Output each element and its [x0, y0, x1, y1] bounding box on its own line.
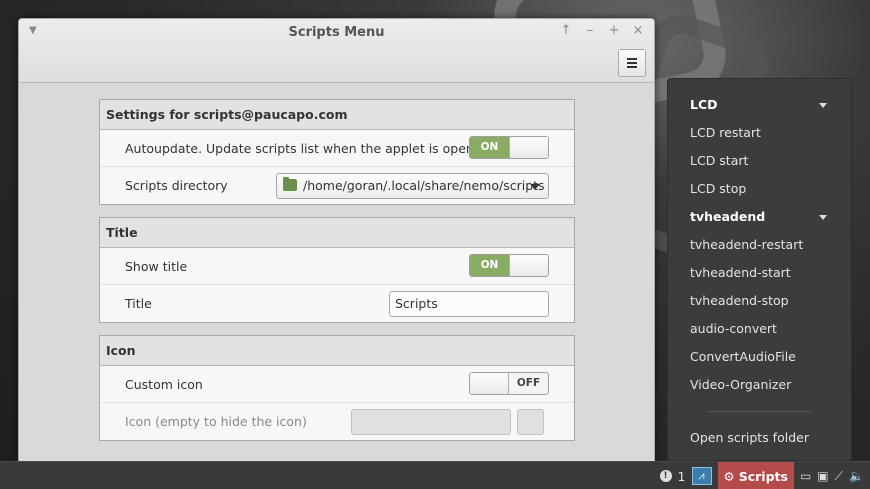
window-controls: ↑ – + × [560, 23, 644, 38]
scripts-gear-icon: ⚙ [723, 468, 735, 484]
submenu-header-lcd[interactable]: LCD [668, 91, 851, 119]
chevron-down-icon [819, 215, 827, 220]
display-icon[interactable]: ▭ [800, 469, 811, 483]
custom-icon-switch[interactable]: OFF [469, 372, 549, 395]
scripts-applet-label: Scripts [738, 468, 788, 484]
chevron-down-icon [530, 184, 540, 190]
scripts-directory-value: /home/goran/.local/share/nemo/scripts [303, 178, 545, 193]
icon-input [351, 409, 511, 435]
title-section: Title Show title ON Title Scripts [99, 217, 575, 323]
menu-separator [708, 411, 811, 412]
scripts-directory-row: Scripts directory /home/goran/.local/sha… [100, 167, 574, 204]
menu-item[interactable]: LCD restart [668, 119, 851, 147]
switch-knob [508, 255, 548, 276]
open-scripts-folder-item[interactable]: Open scripts folder [668, 424, 851, 452]
clipboard-icon[interactable]: ▣ [817, 469, 828, 483]
menu-item[interactable]: tvheadend-stop [668, 287, 851, 315]
custom-icon-label: Custom icon [125, 377, 203, 392]
title-label: Title [125, 296, 152, 311]
notification-count[interactable]: 1 [678, 469, 686, 484]
menu-item[interactable]: tvheadend-start [668, 259, 851, 287]
section-heading: Icon [100, 336, 574, 366]
menu-item[interactable]: tvheadend-restart [668, 231, 851, 259]
menu-item[interactable]: LCD start [668, 147, 851, 175]
menu-item[interactable]: LCD stop [668, 175, 851, 203]
window-title: Scripts Menu [288, 25, 385, 40]
close-icon[interactable]: × [632, 23, 644, 38]
scripts-directory-chooser[interactable]: /home/goran/.local/share/nemo/scripts [276, 173, 549, 199]
menu-item[interactable]: ConvertAudioFile [668, 343, 851, 371]
settings-section: Settings for scripts@paucapo.com Autoupd… [99, 99, 575, 205]
hamburger-icon [627, 58, 637, 60]
menu-item[interactable]: Video-Organizer [668, 371, 851, 399]
section-heading: Settings for scripts@paucapo.com [100, 100, 574, 130]
folder-icon [283, 177, 297, 191]
menu-item[interactable]: audio-convert [668, 315, 851, 343]
switch-state: OFF [516, 377, 541, 389]
switch-state: ON [470, 137, 509, 158]
section-heading: Title [100, 218, 574, 248]
switch-state: ON [470, 255, 509, 276]
system-monitor-icon[interactable]: ⩘ [691, 467, 712, 485]
maximize-icon[interactable]: + [608, 23, 620, 38]
icon-field-row: Icon (empty to hide the icon) [100, 403, 574, 440]
submenu-header-tvheadend[interactable]: tvheadend [668, 203, 851, 231]
autoupdate-switch[interactable]: ON [469, 136, 549, 159]
icon-field-label: Icon (empty to hide the icon) [125, 414, 307, 429]
volume-icon[interactable]: 🔈 [849, 469, 864, 483]
move-up-icon[interactable]: ↑ [560, 23, 572, 38]
title-input[interactable]: Scripts [389, 291, 549, 317]
autoupdate-label: Autoupdate. Update scripts list when the… [125, 141, 494, 156]
icon-section: Icon Custom icon OFF Icon (empty to hide… [99, 335, 575, 441]
scripts-popup-menu: LCD LCD restart LCD start LCD stop tvhea… [667, 78, 852, 461]
title-row: Title Scripts [100, 285, 574, 322]
chevron-down-icon [819, 103, 827, 108]
switch-knob [508, 137, 548, 158]
hamburger-menu-button[interactable] [618, 49, 646, 77]
system-tray: ! 1 ⩘ ⚙ Scripts ▭ ▣ ⟋ 🔈 [659, 462, 870, 489]
autoupdate-row: Autoupdate. Update scripts list when the… [100, 130, 574, 167]
network-icon[interactable]: ⟋ [835, 469, 843, 484]
title-bar[interactable]: ▼ Scripts Menu ↑ – + × [19, 19, 654, 83]
custom-icon-row: Custom icon OFF [100, 366, 574, 403]
show-title-label: Show title [125, 259, 188, 274]
show-title-switch[interactable]: ON [469, 254, 549, 277]
settings-window: ▼ Scripts Menu ↑ – + × Settings for scri… [18, 18, 655, 462]
minimize-icon[interactable]: – [584, 23, 596, 38]
show-title-row: Show title ON [100, 248, 574, 285]
scripts-directory-label: Scripts directory [125, 178, 228, 193]
switch-knob [470, 373, 510, 394]
notification-icon[interactable]: ! [659, 470, 672, 482]
icon-chooser-button [517, 409, 544, 435]
bottom-panel: ! 1 ⩘ ⚙ Scripts ▭ ▣ ⟋ 🔈 [0, 461, 870, 489]
scripts-applet-button[interactable]: ⚙ Scripts [717, 462, 794, 489]
